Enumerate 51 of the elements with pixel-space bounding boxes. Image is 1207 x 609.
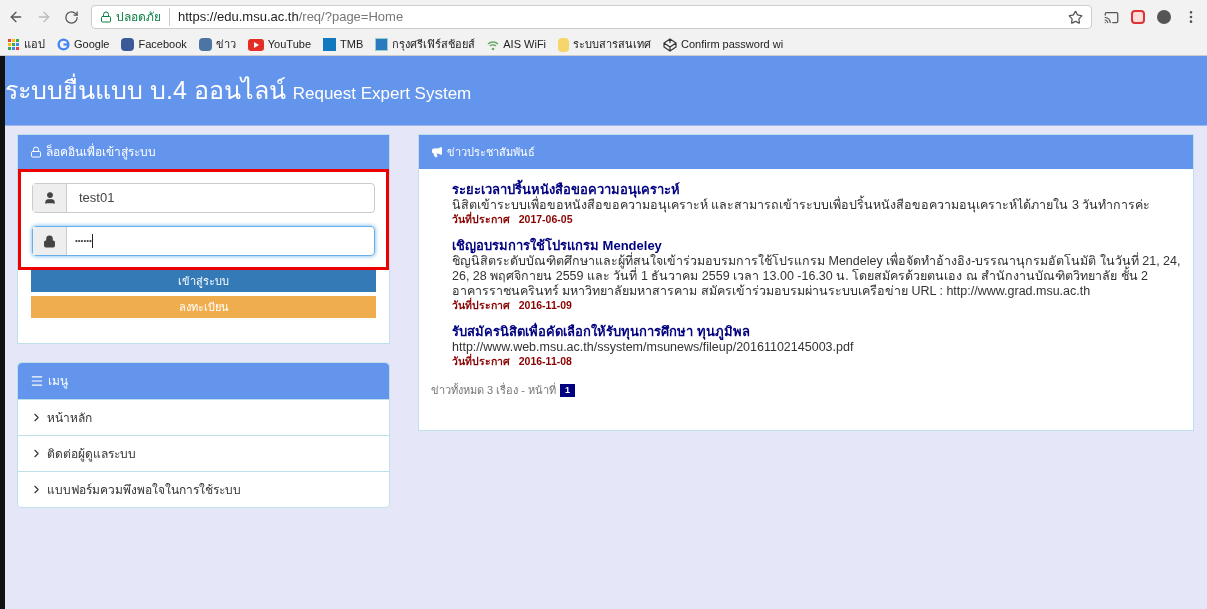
bookmark-link[interactable]: ข่าว: [215, 36, 236, 53]
lock-icon: [100, 11, 112, 23]
panel-title: ล็อคอินเพื่อเข้าสู่ระบบ: [46, 143, 156, 161]
news-body: ชิญนิสิตระดับบัณฑิตศึกษาและผู้ที่สนใจเข้าร่วมอบรมการใช้โปรแกรม Mendeley เพื่อจัดทำอ้างอิง-บรรณานุกรมอัตโนมัติ ในวันที่ 21, 24, 26, 28 พฤศจิกายน 2559 และ วันที่ 1 ธันวาคม 2559 เวลา 13.00 -16.30 น. โดยสมัครด้วยตนเอง ณ สำนักงานบัณฑิตวิทยาลัย ชั้น 2 อาคารราชนครินทร์ มหาวิทยาลัยมหาสารคาม สมัครเข้าร่วมอบรมผ่านระบบเครือข่าย URL : http://www.grad.msu.ac.th: [452, 254, 1181, 298]
bookmark-link[interactable]: Google: [74, 36, 110, 53]
url-text: https://edu.msu.ac.th/req/?page=Home: [177, 8, 404, 27]
news-headline[interactable]: รับสมัครนิสิตเพื่อคัดเลือกให้รับทุนการศึกษา ทุนภูมิพล: [452, 324, 1181, 340]
lock-icon: [43, 234, 56, 248]
news-summary: ข่าวทั้งหมด 3 เรื่อง - หน้าที่: [431, 382, 556, 398]
site-title: ระบบยื่นแบบ บ.4 ออนไลน์ Request Expert System: [5, 72, 472, 106]
password-field[interactable]: ••••••: [32, 226, 375, 256]
username-field[interactable]: test01: [32, 183, 375, 213]
bookmark-link[interactable]: Confirm password wi: [681, 36, 784, 53]
menu-item[interactable]: แบบฟอร์มควมพึงพอใจในการใช้ระบบ: [18, 471, 389, 507]
panel-title: เมนู: [48, 373, 68, 390]
play-icon: [247, 38, 264, 51]
megaphone-icon: [431, 146, 443, 158]
menu-item[interactable]: ติดต่อผู้ดูแลระบบ: [18, 435, 389, 471]
password-value: ••••••: [67, 234, 93, 248]
apps-icon: [8, 38, 20, 51]
username-value: test01: [78, 189, 116, 208]
menu-item[interactable]: หน้าหลัก: [18, 399, 389, 435]
bookmark-star-icon[interactable]: [1068, 9, 1083, 25]
news-date: วันที่ประกาศ 2017-06-05: [452, 213, 573, 226]
user-icon: [42, 191, 57, 205]
news-headline[interactable]: เชิญอบรมการใช้โปรแกรม Mendeley: [452, 238, 1181, 254]
login-button[interactable]: เข้าสู่ระบบ: [31, 270, 376, 292]
back-button[interactable]: [8, 9, 24, 25]
address-bar[interactable]: ปลอดภัย https://edu.msu.ac.th/req/?page=Home: [91, 5, 1092, 29]
panel-title: ข่าวประชาสัมพันธ์: [447, 144, 535, 160]
reload-button[interactable]: [64, 9, 79, 25]
news-date: วันที่ประกาศ 2016-11-09: [452, 299, 573, 312]
cube-icon: [663, 37, 678, 52]
bookmark-link[interactable]: แอป: [24, 36, 45, 53]
bookmark-link[interactable]: AIS WiFi: [503, 36, 547, 53]
security-label: ปลอดภัย: [116, 8, 170, 26]
extension-icon[interactable]: [1157, 10, 1171, 24]
news-date: วันที่ประกาศ 2016-11-08: [452, 355, 572, 368]
bookmark-link[interactable]: YouTube: [267, 36, 312, 53]
news-body: http://www.web.msu.ac.th/ssystem/msunews/fileup/20161102145003.pdf: [452, 340, 855, 354]
cast-icon[interactable]: [1104, 9, 1119, 25]
bookmark-link[interactable]: Facebook: [138, 36, 187, 53]
lock-icon: [30, 146, 42, 158]
extension-icon[interactable]: [1131, 10, 1145, 24]
bookmark-link[interactable]: กรุงศรีเฟิร์สช้อยส์: [392, 36, 476, 53]
wifi-icon: [487, 38, 500, 51]
bookmark-link[interactable]: ระบบสารสนเทศ: [573, 36, 652, 53]
menu-icon: [30, 374, 44, 388]
folder-icon: [558, 37, 570, 52]
page-link[interactable]: 1: [560, 383, 576, 397]
bookmark-link[interactable]: TMB: [340, 36, 364, 53]
